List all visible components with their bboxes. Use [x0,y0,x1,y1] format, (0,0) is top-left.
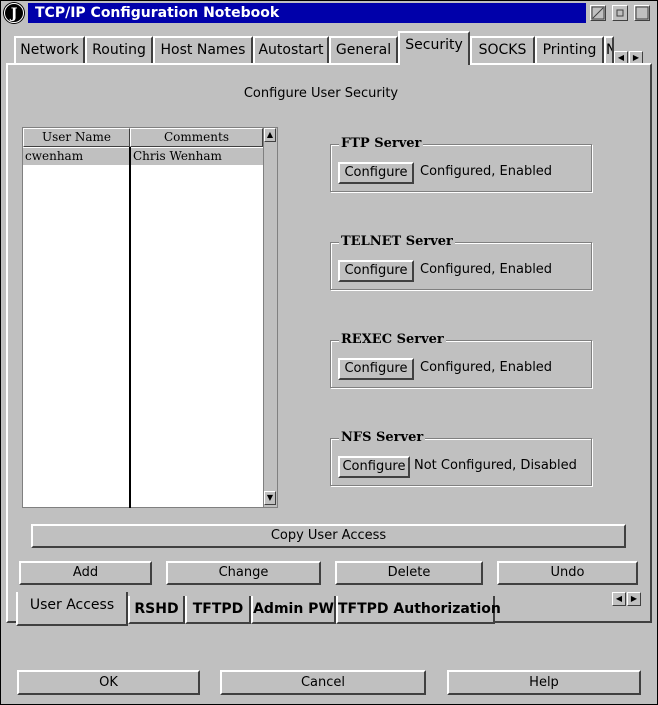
arrow-left-icon: ◀ [615,594,623,603]
tab-autostart[interactable]: Autostart [253,36,329,64]
delete-button[interactable]: Delete [335,561,483,585]
cancel-button[interactable]: Cancel [220,670,426,695]
hide-window-button[interactable] [590,5,606,21]
bottom-tabs-scroll-right-button[interactable]: ▶ [627,592,641,606]
rexec-server-group: REXEC Server Configure Configured, Enabl… [330,332,592,388]
nfs-server-title: NFS Server [339,430,426,446]
ftp-server-title: FTP Server [339,136,424,152]
maximize-button[interactable] [634,5,650,21]
tab-next[interactable]: N [604,36,614,64]
window-title: TCP/IP Configuration Notebook [28,3,586,23]
rexec-server-title: REXEC Server [339,332,446,348]
user-list[interactable]: User Name Comments cwenham Chris Wenham … [22,127,278,508]
telnet-server-group: TELNET Server Configure Configured, Enab… [330,234,592,290]
tab-routing[interactable]: Routing [85,36,153,64]
ok-button[interactable]: OK [17,670,200,695]
tab-rshd[interactable]: RSHD [128,596,185,624]
nfs-status: Not Configured, Disabled [414,458,577,473]
hide-icon [591,6,605,20]
tab-socks[interactable]: SOCKS [470,36,535,64]
help-button[interactable]: Help [447,670,641,695]
scroll-up-button[interactable]: ▲ [264,128,276,142]
page-heading: Configure User Security [243,86,399,101]
arrow-right-icon: ▶ [632,53,640,62]
tab-tftpd-authorization[interactable]: TFTPD Authorization [336,596,501,624]
copy-user-access-button[interactable]: Copy User Access [31,524,626,548]
rexec-configure-button[interactable]: Configure [338,358,414,380]
ftp-configure-button[interactable]: Configure [338,162,414,184]
telnet-server-title: TELNET Server [339,234,455,250]
tab-general[interactable]: General [329,36,398,64]
nfs-server-group: NFS Server Configure Not Configured, Dis… [330,430,592,486]
undo-button[interactable]: Undo [497,561,638,585]
system-menu-icon[interactable]: J [4,3,24,23]
bottom-tabs-scroll-left-button[interactable]: ◀ [612,592,626,606]
maximize-icon [635,6,649,20]
column-separator [129,147,131,508]
nfs-configure-button[interactable]: Configure [338,456,410,478]
arrow-down-icon: ▼ [266,493,274,502]
add-button[interactable]: Add [19,561,152,585]
user-list-scrollbar[interactable]: ▲ ▼ [263,128,277,507]
column-header-comments[interactable]: Comments [130,128,263,147]
arrow-up-icon: ▲ [266,130,274,139]
ftp-status: Configured, Enabled [420,164,553,179]
tab-tftpd[interactable]: TFTPD [185,596,251,624]
scroll-down-button[interactable]: ▼ [264,491,276,505]
minimize-icon [616,9,624,17]
minimize-button[interactable] [612,5,628,21]
arrow-left-icon: ◀ [617,53,625,62]
tab-printing[interactable]: Printing [535,36,604,64]
tab-network[interactable]: Network [14,36,85,64]
column-header-user-name[interactable]: User Name [23,128,130,147]
arrow-right-icon: ▶ [630,594,638,603]
rexec-status: Configured, Enabled [420,360,553,375]
ftp-server-group: FTP Server Configure Configured, Enabled [330,136,592,192]
telnet-configure-button[interactable]: Configure [338,260,414,282]
tab-host-names[interactable]: Host Names [153,36,253,64]
tab-security[interactable]: Security [398,31,470,65]
tab-user-access[interactable]: User Access [16,592,128,626]
telnet-status: Configured, Enabled [420,262,553,277]
tab-admin-pw[interactable]: Admin PW [251,596,336,624]
change-button[interactable]: Change [166,561,321,585]
cell-comments: Chris Wenham [133,149,222,163]
cell-user-name: cwenham [25,149,84,163]
